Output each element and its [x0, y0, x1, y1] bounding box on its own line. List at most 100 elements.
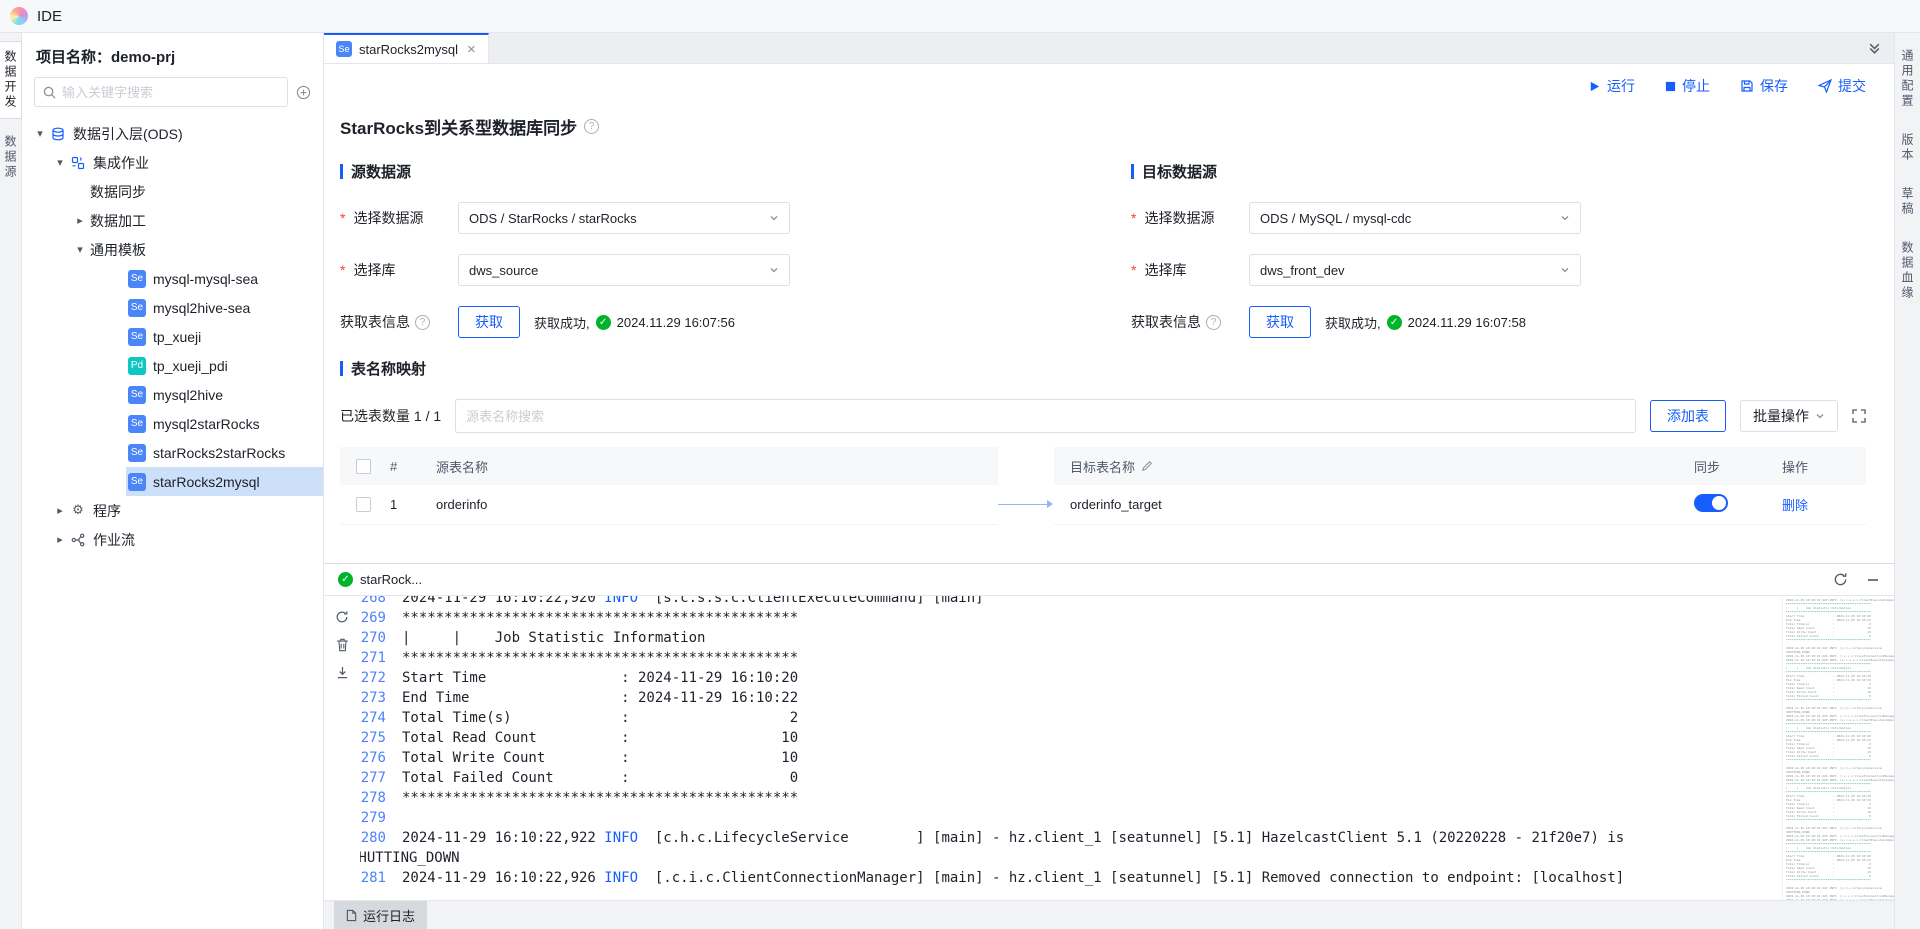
- tree-item[interactable]: Semysql2hive: [22, 380, 323, 409]
- line-number: 276: [360, 748, 402, 768]
- source-table-name: orderinfo: [432, 497, 998, 512]
- source-datasource-select[interactable]: ODS / StarRocks / starRocks: [458, 202, 790, 234]
- app-logo-icon: [10, 7, 28, 25]
- target-column-header: 目标表名称: [1070, 457, 1135, 476]
- right-rail: 通用配置版本草稿数据血缘: [1894, 33, 1920, 929]
- tree-item-label: tp_xueji: [153, 329, 201, 345]
- left-rail: 数据开发数据源: [0, 33, 22, 929]
- collapse-panel-icon[interactable]: [1867, 41, 1882, 56]
- chevron-down-icon[interactable]: ▾: [32, 127, 48, 140]
- save-button[interactable]: 保存: [1740, 76, 1788, 96]
- chevron-down-icon: [769, 265, 779, 275]
- source-fetch-button[interactable]: 获取: [458, 306, 520, 338]
- target-db-select[interactable]: dws_front_dev: [1249, 254, 1581, 286]
- log-lines[interactable]: 2682024-11-29 16:10:22,920 INFO [s.c.s.s…: [360, 596, 1782, 892]
- sync-toggle[interactable]: [1694, 494, 1728, 512]
- chevron-right-icon[interactable]: ▸: [52, 533, 68, 546]
- search-icon: [43, 86, 56, 99]
- log-line: 271*************************************…: [360, 648, 1782, 668]
- add-circle-icon[interactable]: [296, 85, 311, 100]
- source-panel: 源数据源 选择数据源 ODS / StarRocks / starRocks 选…: [340, 161, 1075, 358]
- line-number: 281: [360, 868, 402, 888]
- source-fetch-status: 获取成功, ✓ 2024.11.29 16:07:56: [534, 313, 735, 332]
- source-section-title: 源数据源: [351, 161, 411, 182]
- rail-item[interactable]: 数据血缘: [1897, 233, 1918, 309]
- run-log-tab[interactable]: 运行日志: [334, 901, 427, 929]
- tree-item-label: 数据加工: [90, 211, 146, 231]
- log-tab[interactable]: ✓ starRock...: [338, 572, 422, 587]
- target-fetch-button[interactable]: 获取: [1249, 306, 1311, 338]
- line-number: 279: [360, 808, 402, 828]
- tree-item[interactable]: ▸⚙程序: [22, 496, 323, 525]
- sidebar-search[interactable]: [34, 77, 288, 107]
- tree-item[interactable]: ▸数据加工: [22, 206, 323, 235]
- clear-log-button[interactable]: [336, 638, 349, 652]
- tree-item[interactable]: ▾集成作业: [22, 148, 323, 177]
- editor-content: 运行 停止 保存 提交 StarRocks到关系型数据库同步 ?: [324, 64, 1894, 563]
- mapping-section-title: 表名称映射: [351, 358, 426, 379]
- log-bottombar: 运行日志: [324, 900, 1894, 929]
- rail-item[interactable]: 数据开发: [0, 41, 22, 119]
- chevron-down-icon[interactable]: ▾: [72, 243, 88, 256]
- tree-item[interactable]: Semysql2hive-sea: [22, 293, 323, 322]
- log-minimap[interactable]: 2024-11-29 16:10:22,920 INFO [s.c.s.s.c.…: [1782, 596, 1894, 900]
- log-line: 2802024-11-29 16:10:22,922 INFO [c.h.c.L…: [360, 828, 1782, 848]
- stop-icon: [1665, 81, 1676, 92]
- seatunnel-icon: Se: [128, 415, 146, 433]
- tree-item[interactable]: Setp_xueji: [22, 322, 323, 351]
- tree-item[interactable]: Semysql-mysql-sea: [22, 264, 323, 293]
- tree-item[interactable]: SestarRocks2mysql: [22, 467, 323, 496]
- rail-item[interactable]: 数据源: [0, 127, 21, 188]
- tree-item[interactable]: ▾数据引入层(ODS): [22, 119, 323, 148]
- chevron-right-icon[interactable]: ▸: [52, 504, 68, 517]
- stop-button[interactable]: 停止: [1665, 76, 1710, 96]
- log-line: 273End Time : 2024-11-29 16:10:22: [360, 688, 1782, 708]
- download-log-button[interactable]: [336, 666, 349, 679]
- document-icon: [346, 909, 357, 922]
- refresh-log-button[interactable]: [335, 610, 349, 624]
- batch-actions-button[interactable]: 批量操作: [1740, 400, 1838, 432]
- editor-tabbar: Se starRocks2mysql ×: [324, 33, 1894, 64]
- add-table-button[interactable]: 添加表: [1650, 400, 1726, 432]
- row-checkbox[interactable]: [356, 497, 371, 512]
- help-icon[interactable]: ?: [584, 119, 599, 134]
- line-number: 280: [360, 828, 402, 848]
- target-table-row: orderinfo_target 删除: [1054, 485, 1866, 525]
- target-datasource-select[interactable]: ODS / MySQL / mysql-cdc: [1249, 202, 1581, 234]
- submit-button[interactable]: 提交: [1818, 76, 1866, 96]
- seatunnel-icon: Se: [128, 386, 146, 404]
- source-fetch-label: 获取表信息 ?: [340, 312, 458, 332]
- tree-item[interactable]: Pdtp_xueji_pdi: [22, 351, 323, 380]
- tree-item[interactable]: ▸作业流: [22, 525, 323, 554]
- close-icon[interactable]: ×: [467, 41, 476, 58]
- chevron-down-icon: [1560, 265, 1570, 275]
- select-all-checkbox[interactable]: [356, 459, 371, 474]
- tab-label: starRocks2mysql: [359, 42, 458, 57]
- tree-item[interactable]: SestarRocks2starRocks: [22, 438, 323, 467]
- tree-item[interactable]: Semysql2starRocks: [22, 409, 323, 438]
- sidebar-search-input[interactable]: [62, 85, 279, 100]
- edit-icon[interactable]: [1141, 460, 1153, 472]
- tree-item[interactable]: ▾通用模板: [22, 235, 323, 264]
- delete-link[interactable]: 删除: [1782, 498, 1808, 513]
- rail-item[interactable]: 版本: [1897, 125, 1918, 171]
- table-search[interactable]: [455, 399, 1636, 433]
- run-button[interactable]: 运行: [1588, 76, 1635, 96]
- reload-log-icon[interactable]: [1833, 572, 1848, 587]
- log-line: 277Total Failed Count : 0: [360, 768, 1782, 788]
- minimize-panel-icon[interactable]: [1866, 573, 1880, 587]
- chevron-down-icon[interactable]: ▾: [52, 156, 68, 169]
- tab-starRocks2mysql[interactable]: Se starRocks2mysql ×: [324, 33, 489, 63]
- log-panel: ✓ starRock... 2682024-11-29 16:10:22,920…: [324, 563, 1894, 929]
- source-db-select[interactable]: dws_source: [458, 254, 790, 286]
- fullscreen-icon[interactable]: [1852, 409, 1866, 423]
- rail-item[interactable]: 通用配置: [1897, 41, 1918, 117]
- chevron-right-icon[interactable]: ▸: [72, 214, 88, 227]
- table-search-input[interactable]: [466, 409, 1625, 424]
- tree-item[interactable]: 数据同步: [22, 177, 323, 206]
- target-table-name: orderinfo_target: [1054, 497, 1694, 512]
- workflow-icon: [70, 532, 86, 548]
- help-icon[interactable]: ?: [415, 315, 430, 330]
- help-icon[interactable]: ?: [1206, 315, 1221, 330]
- rail-item[interactable]: 草稿: [1897, 179, 1918, 225]
